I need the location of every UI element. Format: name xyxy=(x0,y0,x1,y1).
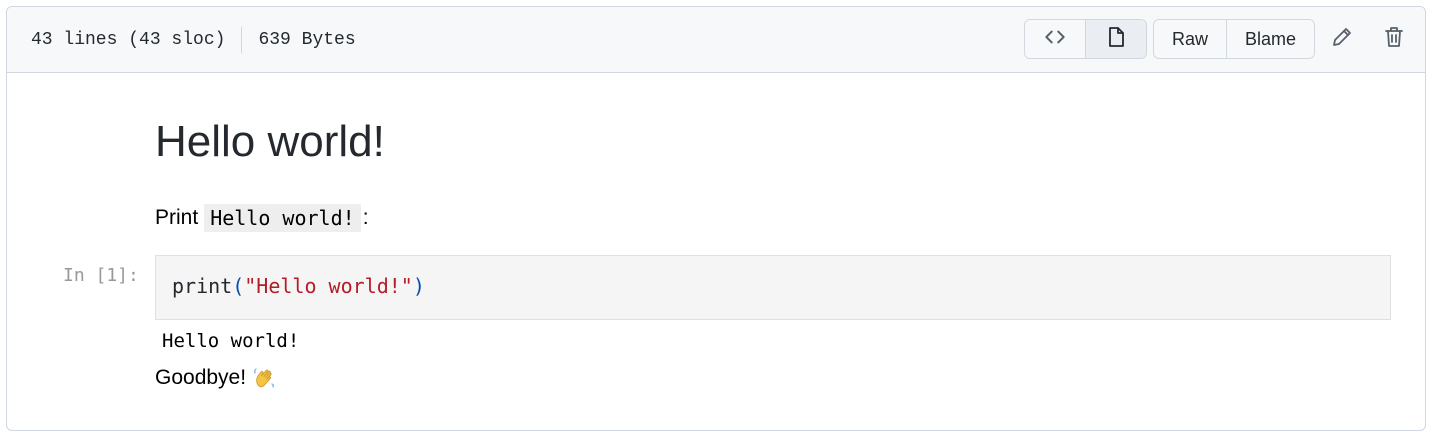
code-close-paren: ) xyxy=(412,274,425,298)
view-toggle xyxy=(1024,19,1147,59)
markdown-paragraph: Print Hello world! : xyxy=(155,204,369,232)
pencil-icon xyxy=(1330,25,1354,54)
file-icon xyxy=(1104,25,1128,54)
file-actions: Raw Blame xyxy=(1153,19,1315,59)
notebook-title: Hello world! xyxy=(155,117,385,166)
file-info: 43 lines (43 sloc) 639 Bytes xyxy=(31,27,356,53)
code-line: print("Hello world!") xyxy=(172,274,425,298)
notebook-content: Hello world! Print Hello world! : In [1]… xyxy=(7,73,1425,430)
paragraph-suffix: : xyxy=(362,206,369,229)
cell-output: Hello world! xyxy=(162,330,300,352)
raw-button[interactable]: Raw xyxy=(1154,20,1227,58)
preview-button[interactable] xyxy=(1085,20,1146,58)
inline-code: Hello world! xyxy=(204,204,361,232)
waving-hand-icon xyxy=(252,366,276,390)
lines-count: 43 lines (43 sloc) xyxy=(31,30,226,50)
file-viewer: 43 lines (43 sloc) 639 Bytes Raw Blame H… xyxy=(6,6,1426,431)
input-prompt: In [1]: xyxy=(63,265,139,286)
closing-text: Goodbye! xyxy=(155,366,247,389)
paragraph-prefix: Print xyxy=(155,206,199,229)
code-string: "Hello world!" xyxy=(244,274,413,298)
closing-paragraph: Goodbye! xyxy=(155,366,276,390)
code-open-paren: ( xyxy=(232,274,245,298)
code-cell: print("Hello world!") xyxy=(155,255,1391,320)
code-icon xyxy=(1042,24,1068,55)
edit-button[interactable] xyxy=(1324,21,1360,57)
blame-button[interactable]: Blame xyxy=(1227,20,1314,58)
code-function: print xyxy=(172,274,233,298)
code-view-button[interactable] xyxy=(1025,20,1086,58)
file-header: 43 lines (43 sloc) 639 Bytes Raw Blame xyxy=(7,7,1425,73)
delete-button[interactable] xyxy=(1376,21,1412,57)
trash-icon xyxy=(1382,25,1406,54)
divider xyxy=(241,27,243,53)
file-size: 639 Bytes xyxy=(258,30,356,50)
